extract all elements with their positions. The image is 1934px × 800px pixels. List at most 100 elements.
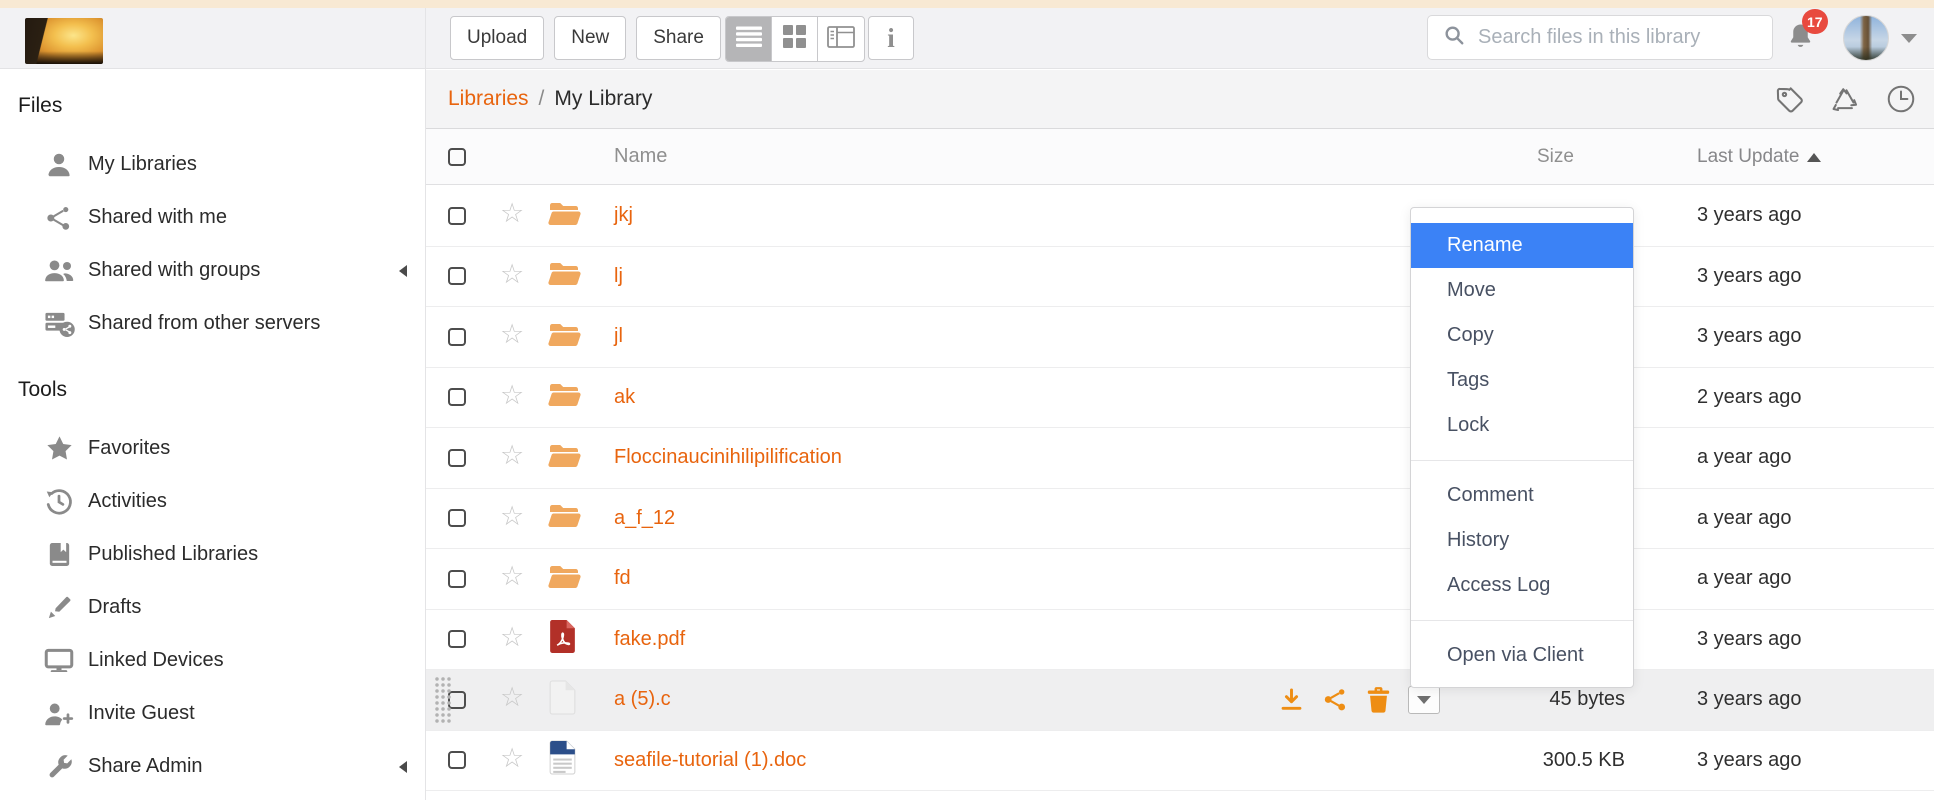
sidebar-item-label: Activities <box>88 490 167 513</box>
menu-item-move[interactable]: Move <box>1411 268 1633 313</box>
menu-item-rename[interactable]: Rename <box>1411 223 1633 268</box>
favorite-star-icon[interactable]: ☆ <box>500 382 548 413</box>
table-row[interactable]: ☆ fd a year ago <box>426 549 1934 610</box>
grid-view-button[interactable] <box>772 17 818 61</box>
menu-item-access-log[interactable]: Access Log <box>1411 563 1633 608</box>
library-tools <box>1773 70 1917 128</box>
sidebar-item-activities[interactable]: Activities <box>0 475 425 528</box>
file-link[interactable]: ak <box>614 386 635 408</box>
sidebar-item-shared-with-me[interactable]: Shared with me <box>0 191 425 244</box>
sidebar-item-published-libraries[interactable]: Published Libraries <box>0 528 425 581</box>
download-icon[interactable] <box>1278 686 1305 713</box>
file-link[interactable]: lj <box>614 265 623 287</box>
favorite-star-icon[interactable]: ☆ <box>500 745 548 776</box>
favorite-star-icon[interactable]: ☆ <box>500 442 548 473</box>
file-link[interactable]: fd <box>614 567 631 589</box>
row-checkbox[interactable] <box>448 751 466 769</box>
table-row[interactable]: ☆ ak 2 years ago <box>426 368 1934 429</box>
row-checkbox[interactable] <box>448 207 466 225</box>
favorite-star-icon[interactable]: ☆ <box>500 321 548 352</box>
menu-item-history[interactable]: History <box>1411 518 1633 563</box>
table-row[interactable]: ☆ lj 3 years ago <box>426 247 1934 308</box>
sidebar-item-drafts[interactable]: Drafts <box>0 581 425 634</box>
collapse-caret-icon[interactable] <box>399 265 407 277</box>
user-icon <box>42 149 76 181</box>
sidebar-item-shared-from-other-servers[interactable]: Shared from other servers <box>0 297 425 350</box>
favorite-star-icon[interactable]: ☆ <box>500 200 548 231</box>
row-checkbox[interactable] <box>448 630 466 648</box>
file-link[interactable]: fake.pdf <box>614 628 685 650</box>
menu-item-lock[interactable]: Lock <box>1411 403 1633 448</box>
sidebar-item-share-admin[interactable]: Share Admin <box>0 740 425 793</box>
file-link[interactable]: a_f_12 <box>614 507 675 529</box>
upload-button[interactable]: Upload <box>450 16 544 60</box>
menu-divider <box>1411 620 1633 621</box>
file-size: 45 bytes <box>1495 688 1697 711</box>
row-checkbox[interactable] <box>448 449 466 467</box>
file-link[interactable]: jkj <box>614 204 633 226</box>
avatar[interactable] <box>1843 15 1889 61</box>
site-logo[interactable] <box>25 18 103 64</box>
row-checkbox[interactable] <box>448 570 466 588</box>
menu-item-tags[interactable]: Tags <box>1411 358 1633 403</box>
more-actions-button[interactable] <box>1408 686 1440 714</box>
list-view-button[interactable] <box>726 17 772 61</box>
table-row[interactable]: ☆ seafile-tutorial (1).doc 300.5 KB 3 ye… <box>426 731 1934 792</box>
table-row[interactable]: ☆ a_f_12 a year ago <box>426 489 1934 550</box>
menu-item-open-via-client[interactable]: Open via Client <box>1411 633 1633 678</box>
favorite-star-icon[interactable]: ☆ <box>500 624 548 655</box>
collapse-caret-icon[interactable] <box>399 761 407 773</box>
menu-item-comment[interactable]: Comment <box>1411 473 1633 518</box>
sidebar-item-linked-devices[interactable]: Linked Devices <box>0 634 425 687</box>
favorite-star-icon[interactable]: ☆ <box>500 261 548 292</box>
table-row[interactable]: ☆ Floccinaucinihilipilification a year a… <box>426 428 1934 489</box>
star-column-header <box>500 155 548 159</box>
recycle-icon[interactable] <box>1829 83 1861 115</box>
row-checkbox[interactable] <box>448 328 466 346</box>
last-update: 3 years ago <box>1697 628 1934 651</box>
info-button[interactable]: i <box>868 16 914 60</box>
new-button[interactable]: New <box>554 16 626 60</box>
tag-icon[interactable] <box>1773 83 1805 115</box>
detail-view-button[interactable] <box>818 17 864 61</box>
table-row[interactable]: ☆ fake.pdf 3 years ago <box>426 610 1934 671</box>
row-checkbox[interactable] <box>448 388 466 406</box>
favorite-star-icon[interactable]: ☆ <box>500 684 548 715</box>
favorite-star-icon[interactable]: ☆ <box>500 563 548 594</box>
notification-badge: 17 <box>1802 9 1828 34</box>
name-column-header[interactable]: Name <box>614 145 1495 168</box>
row-checkbox[interactable] <box>448 267 466 285</box>
favorite-star-icon[interactable]: ☆ <box>500 503 548 534</box>
server-share-icon <box>42 308 76 340</box>
file-link[interactable]: Floccinaucinihilipilification <box>614 446 842 468</box>
file-link[interactable]: a (5).c <box>614 688 671 710</box>
select-all-checkbox[interactable] <box>448 148 466 166</box>
share-icon[interactable] <box>1322 686 1349 713</box>
share-nodes-icon <box>42 202 76 234</box>
clock-icon[interactable] <box>1885 83 1917 115</box>
share-button[interactable]: Share <box>636 16 721 60</box>
file-link[interactable]: jl <box>614 325 623 347</box>
menu-item-copy[interactable]: Copy <box>1411 313 1633 358</box>
last-update: 2 years ago <box>1697 386 1934 409</box>
file-link[interactable]: seafile-tutorial (1).doc <box>614 749 806 771</box>
sidebar-item-invite-guest[interactable]: Invite Guest <box>0 687 425 740</box>
size-column-header[interactable]: Size <box>1495 146 1697 168</box>
drag-handle[interactable] <box>434 676 451 724</box>
sidebar-item-my-libraries[interactable]: My Libraries <box>0 138 425 191</box>
table-row[interactable]: ☆ jkj 3 years ago <box>426 186 1934 247</box>
table-row[interactable]: ☆ jl 3 years ago <box>426 307 1934 368</box>
row-actions <box>1278 686 1440 714</box>
sidebar-item-shared-with-groups[interactable]: Shared with groups <box>0 244 425 297</box>
last-update-column-header[interactable]: Last Update <box>1697 146 1934 168</box>
account-menu-caret-icon[interactable] <box>1901 34 1917 43</box>
breadcrumb-libraries-link[interactable]: Libraries <box>448 87 529 111</box>
book-icon <box>42 539 76 571</box>
delete-icon[interactable] <box>1366 686 1391 713</box>
grid-view-icon <box>783 25 806 53</box>
row-checkbox[interactable] <box>448 509 466 527</box>
table-row-hovered[interactable]: ☆ a (5).c 45 bytes 3 years ago <box>426 670 1934 731</box>
sidebar-item-favorites[interactable]: Favorites <box>0 422 425 475</box>
app-header: Upload New Share i 17 <box>0 8 1934 69</box>
search-input[interactable] <box>1478 26 1757 49</box>
